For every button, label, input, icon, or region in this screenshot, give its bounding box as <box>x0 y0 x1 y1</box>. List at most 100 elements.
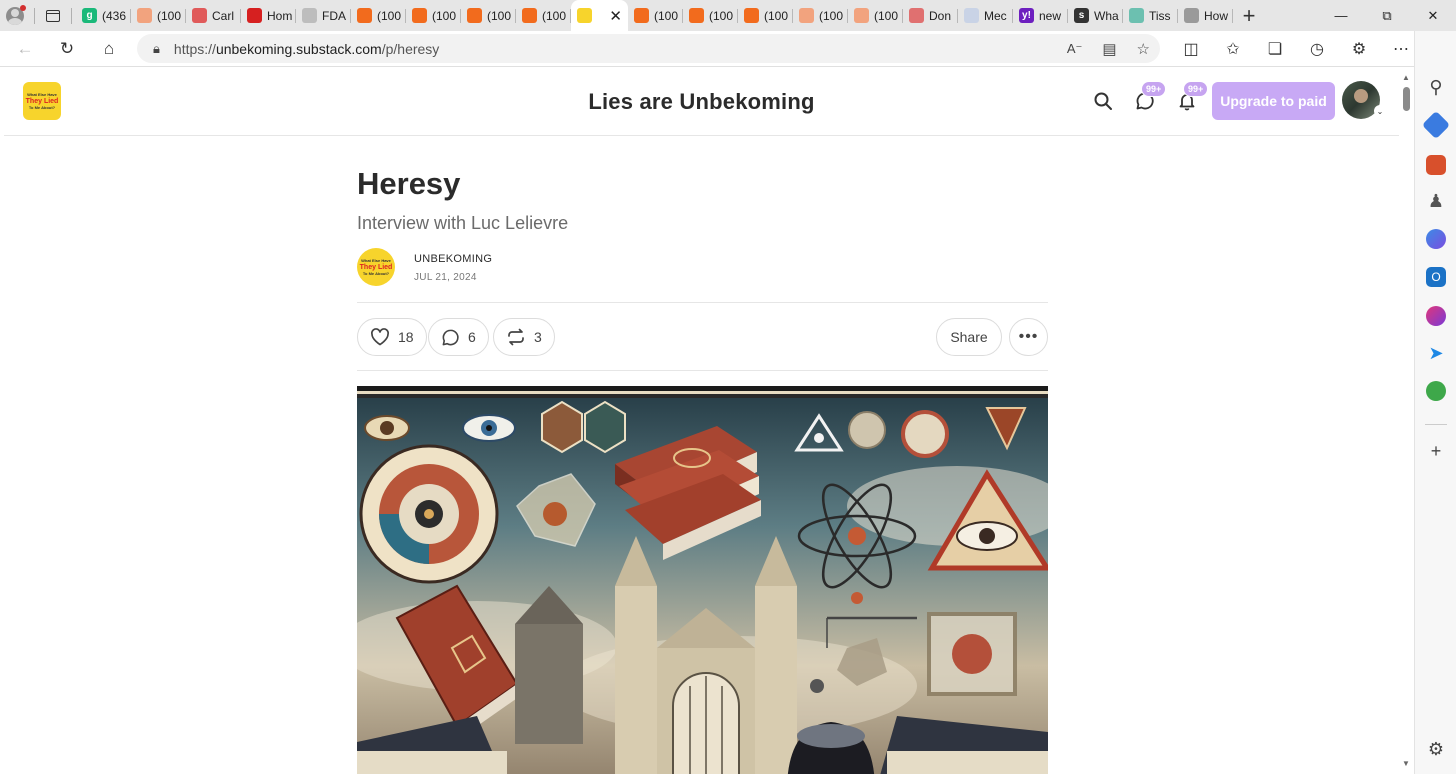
favorites-icon[interactable]: ✩ <box>1212 31 1254 67</box>
browser-tab[interactable]: (100 <box>628 0 683 31</box>
logo-text: What Else Have <box>361 257 391 263</box>
author-avatar[interactable]: What Else Have They Lied To Me About? <box>357 248 395 286</box>
scrollbar-thumb[interactable] <box>1403 87 1410 111</box>
search-icon[interactable] <box>1091 89 1115 113</box>
tab-favicon-icon <box>467 8 482 23</box>
tab-label: Mec <box>984 8 1007 23</box>
browser-tab[interactable]: FDA <box>296 0 351 31</box>
upgrade-button[interactable]: Upgrade to paid <box>1212 82 1335 120</box>
browser-tab[interactable]: y! new <box>1013 0 1068 31</box>
address-bar-row: ← ↻ ⌂ 🔒︎ https://unbekoming.substack.com… <box>0 31 1456 67</box>
tab-label: Tiss <box>1149 8 1171 23</box>
ellipsis-icon: ••• <box>1018 328 1039 345</box>
tab-favicon-icon <box>854 8 869 23</box>
share-button[interactable]: Share <box>936 318 1002 356</box>
tab-favicon-icon <box>357 8 372 23</box>
tab-label: (100 <box>377 8 402 23</box>
games-icon[interactable]: ♟ <box>1426 191 1446 211</box>
post-title: Heresy <box>357 166 461 201</box>
tree-icon[interactable] <box>1426 381 1446 401</box>
tab-label: (100 <box>487 8 512 23</box>
designer-icon[interactable] <box>1426 306 1446 326</box>
new-tab-button[interactable]: + <box>1233 0 1265 31</box>
send-icon[interactable]: ➤ <box>1426 343 1446 363</box>
chevron-down-icon[interactable]: ⌄ <box>1374 105 1386 117</box>
author-name[interactable]: UNBEKOMING <box>414 253 492 265</box>
restack-button[interactable]: 3 <box>493 318 555 356</box>
browser-tab[interactable]: Don <box>903 0 958 31</box>
comment-count: 6 <box>468 329 476 345</box>
site-header: What Else Have They Lied To Me About? Li… <box>4 67 1399 136</box>
tab-favicon-icon <box>744 8 759 23</box>
settings-gear-icon[interactable]: ⚙ <box>1426 739 1446 759</box>
post-hero-image[interactable] <box>357 386 1048 774</box>
like-count: 18 <box>398 329 414 345</box>
browser-tab[interactable]: g (436 <box>76 0 131 31</box>
close-window-button[interactable]: ✕ <box>1410 0 1456 31</box>
browser-tab[interactable]: (100 <box>738 0 793 31</box>
favorite-star-icon[interactable]: ☆ <box>1137 40 1150 58</box>
comment-button[interactable]: 6 <box>428 318 489 356</box>
comment-icon <box>442 329 459 345</box>
like-button[interactable]: 18 <box>357 318 427 356</box>
shopping-tag-icon[interactable] <box>1421 110 1451 140</box>
active-tab[interactable]: ✕ <box>571 0 628 31</box>
browser-tab[interactable]: Hom <box>241 0 296 31</box>
tab-favicon-icon <box>634 8 649 23</box>
tab-bar: g (436 (100 Carl Hom FDA (100 (100 (100 (100 ✕ (100… <box>0 0 1456 31</box>
browser-tab[interactable]: (100 <box>848 0 903 31</box>
divider <box>357 302 1048 303</box>
browser-tab[interactable]: (100 <box>406 0 461 31</box>
reload-button[interactable]: ↻ <box>46 31 88 67</box>
browser-tab[interactable]: Tiss <box>1123 0 1178 31</box>
url-field[interactable]: 🔒︎ https://unbekoming.substack.com/p/her… <box>137 34 1160 63</box>
browser-tab[interactable]: (100 <box>461 0 516 31</box>
browser-tab[interactable]: (100 <box>683 0 738 31</box>
tab-favicon-icon <box>247 8 262 23</box>
browser-tab[interactable]: How <box>1178 0 1233 31</box>
collections-icon[interactable]: ❏ <box>1254 31 1296 67</box>
outlook-icon[interactable]: O <box>1426 267 1446 287</box>
tab-favicon-icon: g <box>82 8 97 23</box>
add-icon[interactable]: + <box>1426 441 1446 461</box>
tab-label: (100 <box>157 8 182 23</box>
web-page: What Else Have They Lied To Me About? Li… <box>4 67 1399 774</box>
scroll-down-icon[interactable]: ▼ <box>1402 759 1410 768</box>
restore-button[interactable]: ⧉ <box>1364 0 1410 31</box>
back-button[interactable]: ← <box>4 31 46 67</box>
history-icon[interactable]: ◷ <box>1296 31 1338 67</box>
m365-icon[interactable] <box>1426 229 1446 249</box>
browser-tab[interactable]: s Wha <box>1068 0 1123 31</box>
extensions-icon[interactable]: ⚙ <box>1338 31 1380 67</box>
tab-label: (100 <box>819 8 844 23</box>
heart-icon <box>371 328 389 346</box>
scroll-up-icon[interactable]: ▲ <box>1402 73 1410 82</box>
home-button[interactable]: ⌂ <box>88 31 130 67</box>
user-menu[interactable]: ⌄ <box>1342 81 1386 121</box>
immersive-reader-icon[interactable]: ▤ <box>1102 40 1116 58</box>
browser-tab[interactable]: (100 <box>516 0 571 31</box>
tab-favicon-icon <box>1129 8 1144 23</box>
tab-favicon-icon <box>964 8 979 23</box>
tools-icon[interactable] <box>1426 155 1446 175</box>
browser-tab[interactable]: (100 <box>793 0 848 31</box>
profile-icon[interactable] <box>0 0 30 31</box>
divider <box>1425 424 1447 425</box>
post-date: JUL 21, 2024 <box>414 272 477 283</box>
page-scrollbar[interactable]: ▲ ▼ <box>1399 67 1414 774</box>
browser-tab[interactable]: (100 <box>131 0 186 31</box>
tab-actions-icon[interactable] <box>39 0 67 31</box>
more-options-button[interactable]: ••• <box>1009 318 1048 356</box>
search-icon[interactable]: ⚲ <box>1426 77 1446 97</box>
browser-tab[interactable]: Carl <box>186 0 241 31</box>
close-tab-icon[interactable]: ✕ <box>609 7 622 25</box>
tab-label: (436 <box>102 8 127 23</box>
tab-label: (100 <box>654 8 679 23</box>
minimize-button[interactable]: — <box>1318 0 1364 31</box>
read-aloud-icon[interactable]: A⁻ <box>1067 41 1083 57</box>
browser-tab[interactable]: Mec <box>958 0 1013 31</box>
browser-tab[interactable]: (100 <box>351 0 406 31</box>
lock-icon[interactable]: 🔒︎ <box>153 41 160 57</box>
split-screen-icon[interactable]: ◫ <box>1170 31 1212 67</box>
tab-favicon-icon <box>412 8 427 23</box>
